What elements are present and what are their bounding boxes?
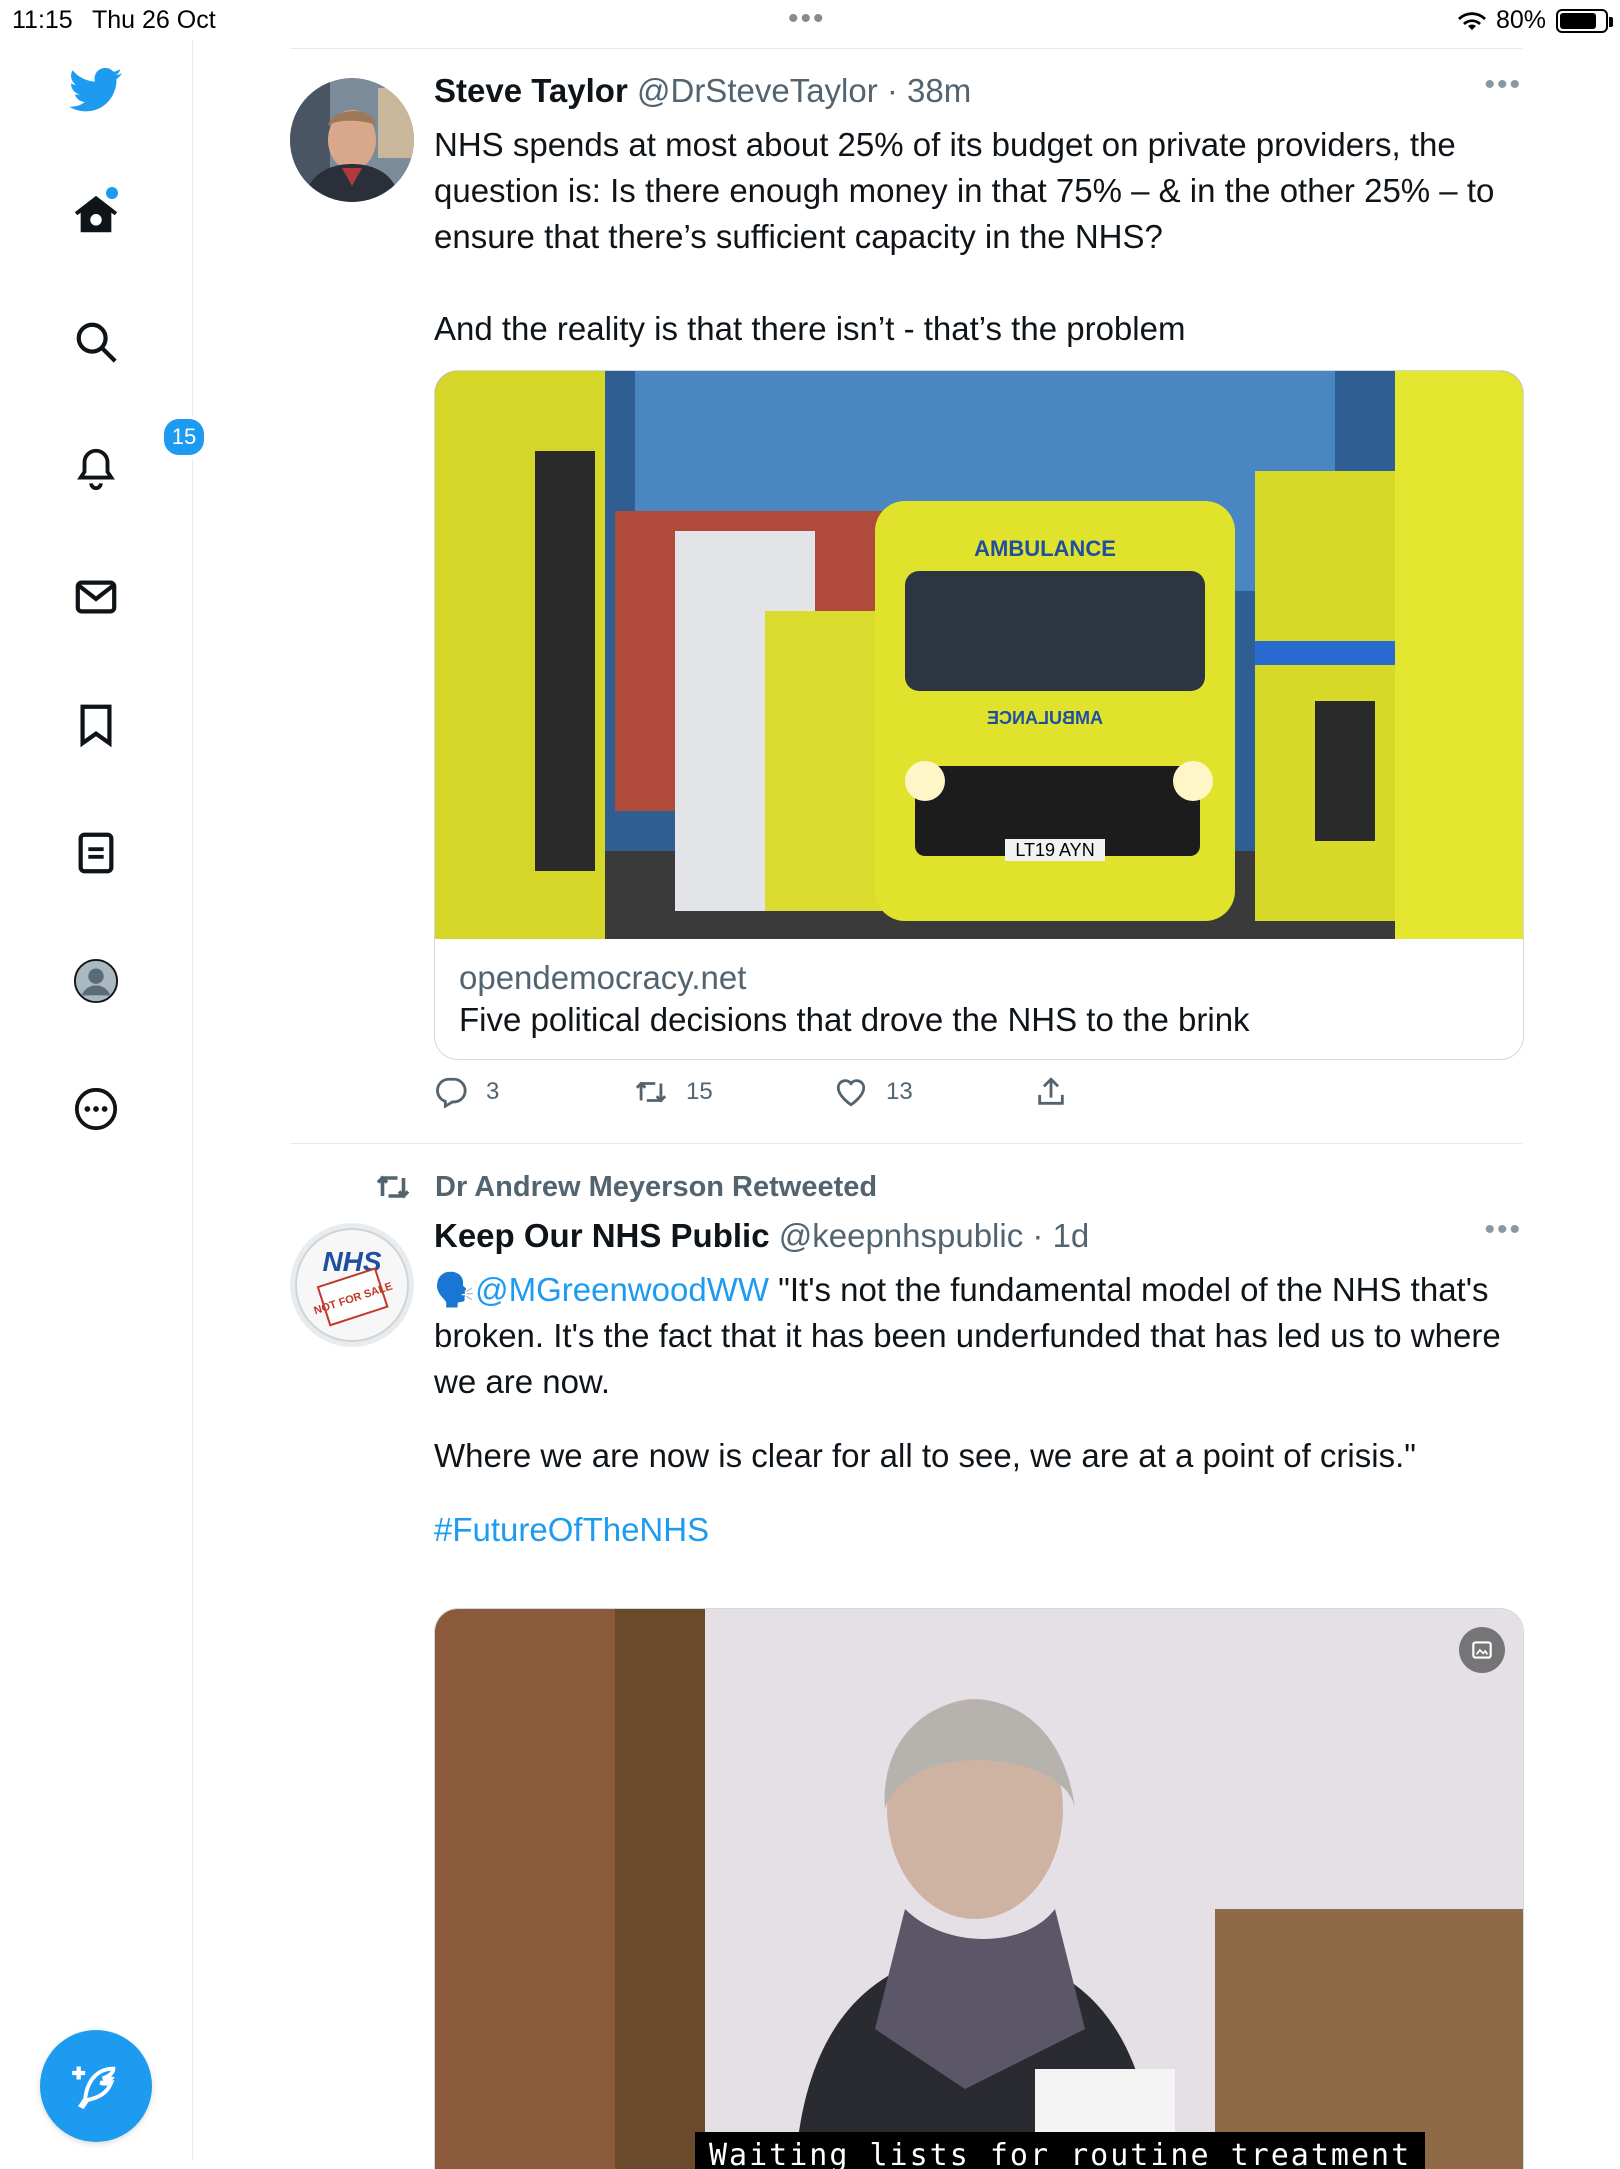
lists-icon[interactable]: [66, 823, 126, 883]
tweet-text: NHS spends at most about 25% of its budg…: [434, 122, 1524, 352]
ambulance-label: AMBULANCE: [974, 536, 1116, 561]
share-button[interactable]: [1034, 1075, 1234, 1109]
hashtag-link[interactable]: #FutureOfTheNHS: [434, 1507, 1524, 1553]
search-icon[interactable]: [66, 312, 126, 372]
video-frame: [435, 1609, 1523, 2169]
retweet-icon: [635, 1081, 667, 1103]
like-count: 13: [886, 1078, 913, 1105]
tweet-text-paragraph: NHS spends at most about 25% of its budg…: [434, 126, 1495, 255]
sidebar: 15: [0, 40, 207, 2160]
wifi-icon: [1457, 11, 1486, 30]
tweet-text-paragraph: And the reality is that there isn’t - th…: [434, 310, 1186, 347]
video-media[interactable]: Waiting lists for routine treatment: [434, 1608, 1524, 2169]
profile-avatar-icon[interactable]: [66, 951, 126, 1011]
compose-tweet-button[interactable]: [40, 2030, 152, 2142]
card-meta: opendemocracy.net Five political decisio…: [435, 939, 1523, 1059]
retweeted-by-line[interactable]: Dr Andrew Meyerson Retweeted: [375, 1169, 877, 1205]
messages-envelope-icon[interactable]: [66, 567, 126, 627]
tweet-header: Steve Taylor @DrSteveTaylor · 38m: [434, 72, 971, 110]
battery-icon: [1556, 8, 1613, 33]
tweet-actions: 3 15 13: [434, 1075, 1234, 1109]
tweet-text-paragraph: 🗣️@MGreenwoodWW "It's not the fundamenta…: [434, 1267, 1524, 1405]
video-subtitle: Waiting lists for routine treatment: [695, 2132, 1426, 2169]
image-description-icon: [1472, 1641, 1492, 1659]
licence-plate: LT19 AYN: [1015, 840, 1094, 860]
tweet-text: 🗣️@MGreenwoodWW "It's not the fundamenta…: [434, 1267, 1524, 1553]
notifications-bell-icon[interactable]: 15: [66, 416, 207, 498]
retweet-icon: [376, 1175, 410, 1199]
card-image-ambulances: LT19 AYN AMBULANCE AMBULANCE: [435, 371, 1523, 939]
more-options-circle-icon[interactable]: [66, 1079, 126, 1139]
retweeted-by-text: Dr Andrew Meyerson Retweeted: [435, 1170, 878, 1203]
battery-percent: 80%: [1495, 6, 1546, 34]
avatar[interactable]: NHS NOT FOR SALE: [290, 1223, 414, 1347]
notifications-badge: 15: [161, 416, 207, 458]
reply-icon: [436, 1077, 467, 1109]
multitasking-dots-icon[interactable]: •••: [788, 2, 826, 36]
user-handle[interactable]: @DrSteveTaylor: [637, 72, 878, 109]
status-date: Thu 26 Oct: [92, 6, 216, 34]
twitter-bird-icon[interactable]: [66, 60, 126, 120]
timestamp[interactable]: · 1d: [1032, 1217, 1089, 1254]
more-options-icon[interactable]: •••: [1484, 68, 1522, 102]
tweet[interactable]: Steve Taylor @DrSteveTaylor · 38m ••• NH…: [290, 48, 1524, 1146]
reply-button[interactable]: 3: [434, 1075, 634, 1109]
compose-feather-icon: [72, 2066, 116, 2110]
status-bar: 11:15 Thu 26 Oct ••• 80%: [0, 0, 1620, 40]
mention-link[interactable]: @MGreenwoodWW: [475, 1271, 769, 1308]
status-time: 11:15: [12, 6, 73, 34]
ambulance-label-mirrored: AMBULANCE: [987, 708, 1103, 728]
reply-count: 3: [486, 1078, 500, 1105]
retweet-count: 15: [686, 1078, 713, 1105]
status-right: 80%: [1457, 6, 1613, 35]
tweet-header: Keep Our NHS Public @keepnhspublic · 1d: [434, 1217, 1089, 1255]
home-icon[interactable]: [66, 185, 126, 245]
avatar[interactable]: [290, 78, 414, 202]
tweet-text-paragraph: Where we are now is clear for all to see…: [434, 1437, 1416, 1474]
user-handle[interactable]: @keepnhspublic: [779, 1217, 1024, 1254]
tweet[interactable]: Dr Andrew Meyerson Retweeted NHS NOT FOR…: [290, 1143, 1524, 2169]
more-options-icon[interactable]: •••: [1484, 1213, 1522, 1247]
share-icon: [1038, 1077, 1064, 1105]
like-button[interactable]: 13: [834, 1075, 1034, 1109]
retweet-button[interactable]: 15: [634, 1075, 834, 1109]
timestamp[interactable]: · 38m: [887, 72, 971, 109]
bookmark-icon[interactable]: [66, 695, 126, 755]
alt-text-button[interactable]: [1459, 1627, 1505, 1673]
display-name[interactable]: Keep Our NHS Public: [434, 1217, 770, 1254]
heart-icon: [836, 1079, 866, 1107]
display-name[interactable]: Steve Taylor: [434, 72, 628, 109]
card-title: Five political decisions that drove the …: [459, 1001, 1250, 1038]
speaking-head-emoji-icon: 🗣️: [434, 1271, 476, 1308]
card-domain: opendemocracy.net: [459, 959, 747, 996]
link-card[interactable]: LT19 AYN AMBULANCE AMBULANCE opendemocra…: [434, 370, 1524, 1060]
